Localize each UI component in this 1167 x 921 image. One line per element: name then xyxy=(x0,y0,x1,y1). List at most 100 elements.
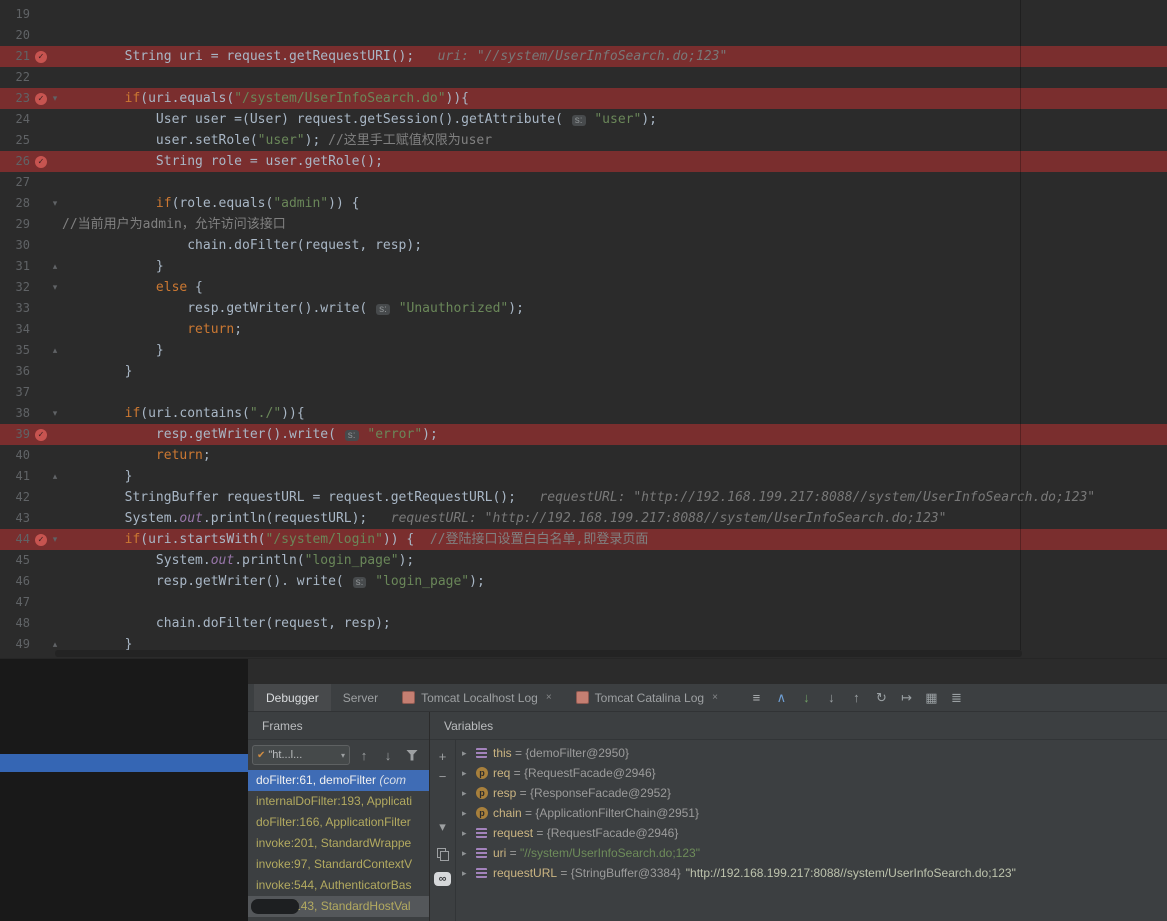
code-line[interactable]: 39✓ resp.getWriter().write( s: "error"); xyxy=(0,424,1167,445)
gutter-cell[interactable]: 34 xyxy=(0,319,62,340)
code-line[interactable]: 24 User user =(User) request.getSession(… xyxy=(0,109,1167,130)
variable-row[interactable]: ▸presp = {ResponseFacade@2952} xyxy=(456,783,1167,803)
code-editor[interactable]: 192021✓ String uri = request.getRequestU… xyxy=(0,0,1167,658)
expand-arrow-icon[interactable]: ▸ xyxy=(462,768,476,779)
expand-arrow-icon[interactable]: ▸ xyxy=(462,788,476,799)
code-line[interactable]: 29//当前用户为admin，允许访问该接口 xyxy=(0,214,1167,235)
expand-arrow-icon[interactable]: ▸ xyxy=(462,828,476,839)
code-line[interactable]: 33 resp.getWriter().write( s: "Unauthori… xyxy=(0,298,1167,319)
copy-icon[interactable] xyxy=(437,848,449,860)
gutter-cell[interactable]: 45 xyxy=(0,550,62,571)
code-line[interactable]: 27 xyxy=(0,172,1167,193)
infinity-watches-icon[interactable]: ∞ xyxy=(434,872,451,886)
view-options-icon[interactable]: ≣ xyxy=(944,690,969,706)
fold-open-icon[interactable]: ▾ xyxy=(49,529,61,550)
gutter-cell[interactable]: 31▴ xyxy=(0,256,62,277)
variable-row[interactable]: ▸requestURL = {StringBuffer@3384}"http:/… xyxy=(456,863,1167,883)
code-line[interactable]: 35▴ } xyxy=(0,340,1167,361)
gutter-cell[interactable]: 27 xyxy=(0,172,62,193)
gutter-cell[interactable]: 35▴ xyxy=(0,340,62,361)
frame-row[interactable]: invoke:97, StandardContextV xyxy=(248,854,429,875)
prev-frame-icon[interactable]: ↑ xyxy=(354,748,374,763)
code-line[interactable]: 34 return; xyxy=(0,319,1167,340)
layout-grid-icon[interactable]: ▦ xyxy=(919,690,944,706)
gutter-cell[interactable]: 21✓ xyxy=(0,46,62,67)
gutter-cell[interactable]: 23✓▾ xyxy=(0,88,62,109)
tab-server[interactable]: Server xyxy=(331,684,390,711)
gutter-cell[interactable]: 44✓▾ xyxy=(0,529,62,550)
breakpoint-icon[interactable]: ✓ xyxy=(35,51,47,63)
gutter-cell[interactable]: 30 xyxy=(0,235,62,256)
gutter-cell[interactable]: 20 xyxy=(0,25,62,46)
code-line[interactable]: 26✓ String role = user.getRole(); xyxy=(0,151,1167,172)
gutter-cell[interactable]: 24 xyxy=(0,109,62,130)
code-line[interactable]: 45 System.out.println("login_page"); xyxy=(0,550,1167,571)
gutter-cell[interactable]: 41▴ xyxy=(0,466,62,487)
gutter-cell[interactable]: 43 xyxy=(0,508,62,529)
expand-arrow-icon[interactable]: ▸ xyxy=(462,848,476,859)
gutter-cell[interactable]: 32▾ xyxy=(0,277,62,298)
breakpoint-icon[interactable]: ✓ xyxy=(35,534,47,546)
code-line[interactable]: 20 xyxy=(0,25,1167,46)
fold-open-icon[interactable]: ▾ xyxy=(49,88,61,109)
code-line[interactable]: 38▾ if(uri.contains("./")){ xyxy=(0,403,1167,424)
code-line[interactable]: 30 chain.doFilter(request, resp); xyxy=(0,235,1167,256)
remove-watch-icon[interactable]: − xyxy=(439,768,447,786)
gutter-cell[interactable]: 47 xyxy=(0,592,62,613)
code-line[interactable]: 44✓▾ if(uri.startsWith("/system/login"))… xyxy=(0,529,1167,550)
thread-dropdown[interactable]: ✔ "ht...l... ▾ xyxy=(252,745,350,765)
gutter-cell[interactable]: 26✓ xyxy=(0,151,62,172)
tab-tomcat-catalina-log[interactable]: Tomcat Catalina Log× xyxy=(564,684,730,711)
variable-row[interactable]: ▸pchain = {ApplicationFilterChain@2951} xyxy=(456,803,1167,823)
frame-row[interactable]: invoke:201, StandardWrappe xyxy=(248,833,429,854)
code-line[interactable]: 32▾ else { xyxy=(0,277,1167,298)
frame-row[interactable]: invoke:143, StandardHostVal xyxy=(248,896,429,917)
upload-log-icon[interactable]: ↑ xyxy=(844,690,869,705)
gutter-cell[interactable]: 39✓ xyxy=(0,424,62,445)
gutter-cell[interactable]: 22 xyxy=(0,67,62,88)
gutter-cell[interactable]: 36 xyxy=(0,361,62,382)
frame-row[interactable]: doFilter:61, demoFilter (com xyxy=(248,770,429,791)
fold-close-icon[interactable]: ▴ xyxy=(49,256,61,277)
code-line[interactable]: 48 chain.doFilter(request, resp); xyxy=(0,613,1167,634)
variable-row[interactable]: ▸request = {RequestFacade@2946} xyxy=(456,823,1167,843)
expand-arrow-icon[interactable]: ▸ xyxy=(462,748,476,759)
gutter-cell[interactable]: 48 xyxy=(0,613,62,634)
code-line[interactable]: 19 xyxy=(0,4,1167,25)
next-frame-icon[interactable]: ↓ xyxy=(378,748,398,763)
gutter-cell[interactable]: 49▴ xyxy=(0,634,62,655)
code-area[interactable]: 192021✓ String uri = request.getRequestU… xyxy=(0,0,1167,655)
fold-close-icon[interactable]: ▴ xyxy=(49,340,61,361)
code-line[interactable]: 23✓▾ if(uri.equals("/system/UserInfoSear… xyxy=(0,88,1167,109)
gutter-cell[interactable]: 29 xyxy=(0,214,62,235)
fold-open-icon[interactable]: ▾ xyxy=(49,403,61,424)
breakpoint-icon[interactable]: ✓ xyxy=(35,156,47,168)
code-line[interactable]: 31▴ } xyxy=(0,256,1167,277)
code-line[interactable]: 46 resp.getWriter(). write( s: "login_pa… xyxy=(0,571,1167,592)
code-line[interactable]: 37 xyxy=(0,382,1167,403)
tab-debugger[interactable]: Debugger xyxy=(254,684,331,711)
filter-icon[interactable] xyxy=(406,750,418,761)
gutter-cell[interactable]: 40 xyxy=(0,445,62,466)
menu-icon[interactable]: ≡ xyxy=(744,690,769,705)
gutter-cell[interactable]: 28▾ xyxy=(0,193,62,214)
code-line[interactable]: 42 StringBuffer requestURL = request.get… xyxy=(0,487,1167,508)
frame-row[interactable]: internalDoFilter:193, Applicati xyxy=(248,791,429,812)
left-panel-selected-row[interactable] xyxy=(0,754,248,772)
collapse-icon[interactable]: ∧ xyxy=(769,690,794,706)
code-line[interactable]: 41▴ } xyxy=(0,466,1167,487)
skip-to-end-icon[interactable]: ↦ xyxy=(894,690,919,706)
code-line[interactable]: 25 user.setRole("user"); //这里手工赋值权限为user xyxy=(0,130,1167,151)
tab-tomcat-localhost-log[interactable]: Tomcat Localhost Log× xyxy=(390,684,564,711)
frame-row[interactable]: invoke:544, AuthenticatorBas xyxy=(248,875,429,896)
scroll-down-icon[interactable]: ↓ xyxy=(794,690,819,705)
fold-close-icon[interactable]: ▴ xyxy=(49,466,61,487)
gutter-cell[interactable]: 37 xyxy=(0,382,62,403)
add-watch-icon[interactable]: + xyxy=(439,748,447,766)
gutter-cell[interactable]: 38▾ xyxy=(0,403,62,424)
close-icon[interactable]: × xyxy=(712,692,718,703)
variable-row[interactable]: ▸uri = "//system/UserInfoSearch.do;123" xyxy=(456,843,1167,863)
breakpoint-icon[interactable]: ✓ xyxy=(35,93,47,105)
gutter-cell[interactable]: 19 xyxy=(0,4,62,25)
code-line[interactable]: 28▾ if(role.equals("admin")) { xyxy=(0,193,1167,214)
